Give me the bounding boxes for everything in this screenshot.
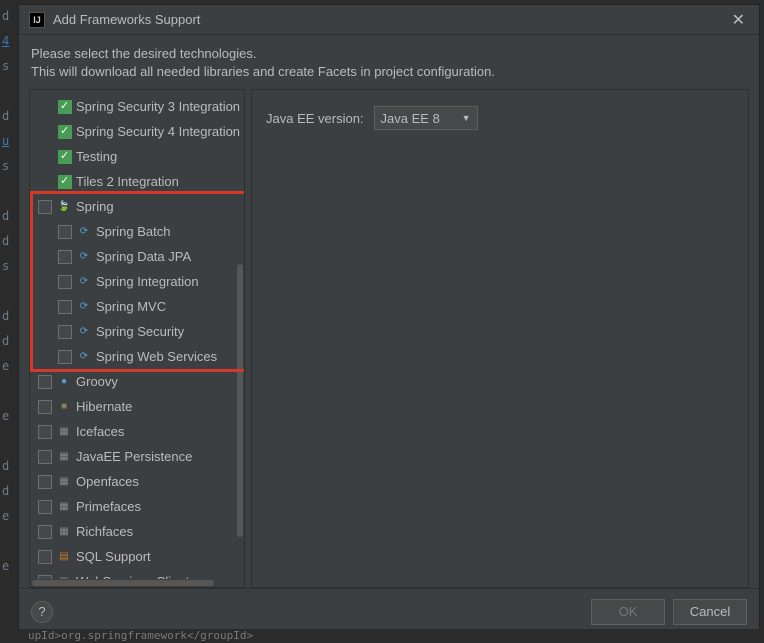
spring-module-icon: ⟳	[76, 301, 92, 313]
spring-module-icon: ⟳	[76, 351, 92, 363]
checkbox[interactable]	[38, 500, 52, 514]
tree-item[interactable]: ▦ Openfaces	[30, 469, 244, 494]
checkbox[interactable]	[38, 400, 52, 414]
tree-item-label: Richfaces	[76, 524, 133, 539]
java-ee-label: Java EE version:	[266, 111, 364, 126]
tree-item[interactable]: ⟳ Spring Batch	[30, 219, 244, 244]
tree-item[interactable]: ■ Hibernate	[30, 394, 244, 419]
java-ee-version-value: Java EE 8	[381, 111, 440, 126]
web-icon: ▦	[56, 476, 72, 488]
checkbox[interactable]	[38, 375, 52, 389]
checkbox[interactable]	[38, 425, 52, 439]
ok-button[interactable]: OK	[591, 599, 665, 625]
checkbox[interactable]	[58, 175, 72, 189]
tree-item-label: Icefaces	[76, 424, 124, 439]
checkbox[interactable]	[58, 325, 72, 339]
tree-item-label: Spring Data JPA	[96, 249, 191, 264]
config-panel: Java EE version: Java EE 8 ▼	[251, 89, 749, 588]
tree-item[interactable]: ▦WebServices Client	[30, 569, 244, 579]
tree-item[interactable]: ▦ Richfaces	[30, 519, 244, 544]
tree-item-label: Spring	[76, 199, 114, 214]
tree-item-label: JavaEE Persistence	[76, 449, 192, 464]
tree-item-label: Tiles 2 Integration	[76, 174, 179, 189]
tree-item[interactable]: ⟳ Spring MVC	[30, 294, 244, 319]
spring-module-icon: ⟳	[76, 226, 92, 238]
dialog-title: Add Frameworks Support	[53, 12, 728, 27]
checkbox[interactable]	[58, 250, 72, 264]
checkbox[interactable]	[58, 100, 72, 114]
web-icon: ▦	[56, 526, 72, 538]
hibernate-icon: ■	[56, 401, 72, 413]
intro-line-2: This will download all needed libraries …	[31, 63, 747, 81]
add-frameworks-dialog: IJ Add Frameworks Support ✕ Please selec…	[18, 4, 760, 635]
web-icon: ▦	[56, 501, 72, 513]
app-icon: IJ	[29, 12, 45, 28]
main-area: Spring Security 3 Integration Spring Secu…	[19, 89, 759, 588]
tree-item-label: Spring Security 4 Integration	[76, 124, 240, 139]
tree-item-label: Spring Security 3 Integration	[76, 99, 240, 114]
tree-item[interactable]: ⟳ Spring Integration	[30, 269, 244, 294]
tree-item[interactable]: ⟳ Spring Data JPA	[30, 244, 244, 269]
tree-item-label: Testing	[76, 149, 117, 164]
checkbox[interactable]	[58, 150, 72, 164]
intro-line-1: Please select the desired technologies.	[31, 45, 747, 63]
web-icon: ▦	[56, 426, 72, 438]
tree-item-label: Hibernate	[76, 399, 132, 414]
tree-item-label: Spring MVC	[96, 299, 166, 314]
web-icon: ▦	[56, 451, 72, 463]
checkbox[interactable]	[58, 300, 72, 314]
tree-item-label: Spring Web Services	[96, 349, 217, 364]
tree-item[interactable]: ▦ Icefaces	[30, 419, 244, 444]
spring-module-icon: ⟳	[76, 251, 92, 263]
tree-item-label: Spring Integration	[96, 274, 199, 289]
tree-item-label: Openfaces	[76, 474, 139, 489]
cancel-button[interactable]: Cancel	[673, 599, 747, 625]
spring-leaf-icon: 🍃	[56, 201, 72, 213]
tree-item[interactable]: 🍃 Spring	[30, 194, 244, 219]
tree-item[interactable]: Tiles 2 Integration	[30, 169, 244, 194]
editor-peek: upId>org.springframework</groupId>	[0, 629, 764, 643]
checkbox[interactable]	[58, 225, 72, 239]
checkbox[interactable]	[38, 475, 52, 489]
tree-item[interactable]: ⟳ Spring Web Services	[30, 344, 244, 369]
tree-item[interactable]: Spring Security 3 Integration	[30, 94, 244, 119]
tree-item[interactable]: ⟳ Spring Security	[30, 319, 244, 344]
tree-vscrollbar[interactable]	[236, 90, 244, 587]
tree-item[interactable]: ▦ Primefaces	[30, 494, 244, 519]
tree-item-label: Groovy	[76, 374, 118, 389]
tree-item[interactable]: ▤ SQL Support	[30, 544, 244, 569]
tree-item-label: Primefaces	[76, 499, 141, 514]
checkbox[interactable]	[38, 450, 52, 464]
java-ee-row: Java EE version: Java EE 8 ▼	[266, 106, 734, 130]
checkbox[interactable]	[58, 275, 72, 289]
java-ee-version-combo[interactable]: Java EE 8 ▼	[374, 106, 478, 130]
tree-item[interactable]: ▦ JavaEE Persistence	[30, 444, 244, 469]
checkbox[interactable]	[58, 350, 72, 364]
checkbox[interactable]	[38, 200, 52, 214]
checkbox[interactable]	[38, 525, 52, 539]
close-icon[interactable]: ✕	[728, 10, 749, 30]
checkbox[interactable]	[38, 550, 52, 564]
tree-item-label: Spring Security	[96, 324, 184, 339]
frameworks-tree-panel: Spring Security 3 Integration Spring Secu…	[29, 89, 245, 588]
help-button[interactable]: ?	[31, 601, 53, 623]
chevron-down-icon: ▼	[462, 113, 471, 123]
tree-hscrollbar[interactable]	[30, 579, 244, 587]
tree-item-label: SQL Support	[76, 549, 151, 564]
intro-text: Please select the desired technologies. …	[19, 35, 759, 89]
spring-module-icon: ⟳	[76, 276, 92, 288]
checkbox[interactable]	[58, 125, 72, 139]
sql-icon: ▤	[56, 551, 72, 563]
frameworks-tree[interactable]: Spring Security 3 Integration Spring Secu…	[30, 90, 244, 579]
tree-item-label: Spring Batch	[96, 224, 170, 239]
tree-item[interactable]: ● Groovy	[30, 369, 244, 394]
editor-gutter: d4s dus dds dde edd ee	[0, 0, 18, 643]
tree-item[interactable]: Testing	[30, 144, 244, 169]
tree-item[interactable]: Spring Security 4 Integration	[30, 119, 244, 144]
dialog-footer: ? OK Cancel	[19, 588, 759, 634]
groovy-icon: ●	[56, 376, 72, 388]
spring-module-icon: ⟳	[76, 326, 92, 338]
titlebar: IJ Add Frameworks Support ✕	[19, 5, 759, 35]
